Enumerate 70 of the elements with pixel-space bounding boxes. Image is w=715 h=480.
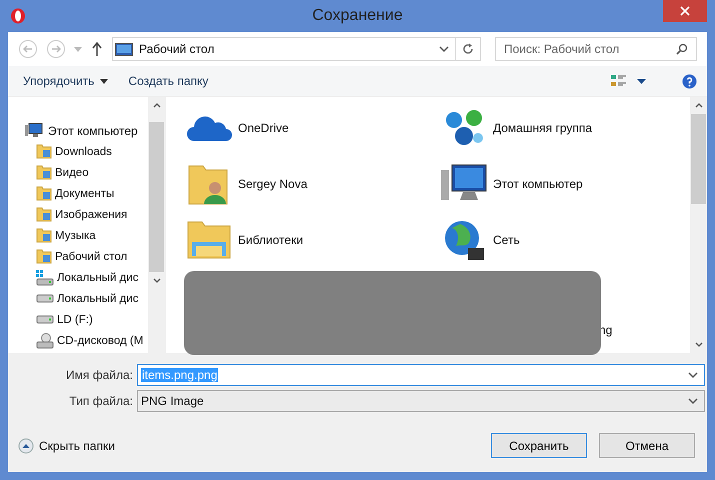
tree-item[interactable]: Изображения	[8, 204, 148, 225]
tree-item[interactable]: Этот компьютер	[8, 120, 148, 141]
scroll-up-icon[interactable]	[694, 103, 702, 108]
file-name: OneDrive	[238, 121, 289, 135]
tree-item[interactable]: Локальный дис	[8, 267, 148, 288]
address-text: Рабочий стол	[139, 42, 216, 56]
search-field[interactable]: Поиск: Рабочий стол	[495, 37, 697, 61]
folder-icon	[36, 186, 52, 201]
file-item[interactable]: Этот компьютер	[441, 163, 641, 205]
file-item[interactable]: Сеть	[441, 219, 641, 261]
save-button[interactable]: Сохранить	[491, 433, 587, 458]
tree-item[interactable]: Локальный дис	[8, 288, 148, 309]
desktop-icon	[115, 42, 133, 56]
library-folder-icon	[186, 220, 232, 260]
scrollbar[interactable]	[148, 97, 165, 353]
field-label: Имя файла:	[65, 368, 134, 382]
chevron-down-icon[interactable]	[439, 46, 449, 52]
close-button[interactable]	[663, 0, 707, 22]
new-folder-button[interactable]: Создать папку	[125, 72, 212, 90]
folder-icon	[36, 144, 52, 159]
scrollbar[interactable]	[690, 97, 707, 353]
chevron-down-icon[interactable]	[688, 398, 698, 404]
caret-icon[interactable]	[637, 78, 646, 84]
up-arrow-icon[interactable]	[92, 42, 102, 56]
scroll-up-icon[interactable]	[152, 103, 160, 108]
tree-item[interactable]: Downloads	[8, 141, 148, 162]
scroll-down-icon[interactable]	[694, 342, 702, 347]
file-item[interactable]: OneDrive	[186, 107, 441, 149]
organize-button[interactable]: Упорядочить	[20, 72, 112, 90]
file-type-dropdown[interactable]: PNG Image	[137, 390, 705, 412]
scrollbar-thumb[interactable]	[149, 122, 164, 272]
refresh-icon[interactable]	[462, 43, 474, 55]
tree-item[interactable]: Видео	[8, 162, 148, 183]
file-item[interactable]: Sergey Nova	[186, 163, 441, 205]
tree-item[interactable]: Музыка	[8, 225, 148, 246]
folder-icon	[36, 207, 52, 222]
scroll-down-icon[interactable]	[152, 278, 160, 283]
folder-icon	[36, 228, 52, 243]
file-name: Этот компьютер	[493, 177, 583, 191]
file-name: Sergey Nova	[238, 177, 308, 191]
hide-folders-toggle[interactable]: Скрыть папки	[18, 438, 115, 454]
cd-drive-icon	[36, 332, 54, 348]
app-logo-icon	[10, 8, 26, 24]
file-item[interactable]: Домашняя группа	[441, 107, 641, 149]
view-options-icon[interactable]	[611, 74, 627, 88]
collapse-icon	[18, 438, 34, 454]
computer-icon	[25, 123, 43, 138]
folder-icon	[36, 165, 52, 180]
caret-icon	[100, 78, 108, 84]
tree-item[interactable]: LD (F:)	[8, 309, 148, 330]
drive-icon	[36, 315, 54, 324]
window-title: Сохранение	[312, 7, 403, 25]
tree-item[interactable]: CD-дисковод (M	[8, 330, 148, 351]
drive-icon	[36, 294, 54, 303]
close-icon	[680, 6, 690, 16]
file-item[interactable]: Библиотеки	[186, 219, 441, 261]
help-icon[interactable]	[682, 74, 697, 88]
drive-icon	[36, 270, 54, 286]
field-label: Тип файла:	[68, 394, 134, 408]
file-name: Домашняя группа	[493, 121, 592, 135]
file-name: Библиотеки	[238, 233, 304, 247]
address-bar[interactable]: Рабочий стол	[112, 37, 481, 61]
file-name: Сеть	[493, 233, 520, 247]
scrollbar-thumb[interactable]	[691, 114, 706, 204]
tree-item[interactable]: Рабочий стол	[8, 246, 148, 267]
folder-icon	[36, 249, 52, 264]
search-icon	[676, 43, 688, 55]
cancel-button[interactable]: Отмена	[599, 433, 695, 458]
tree-item[interactable]: Документы	[8, 183, 148, 204]
chevron-down-icon[interactable]	[688, 372, 698, 378]
